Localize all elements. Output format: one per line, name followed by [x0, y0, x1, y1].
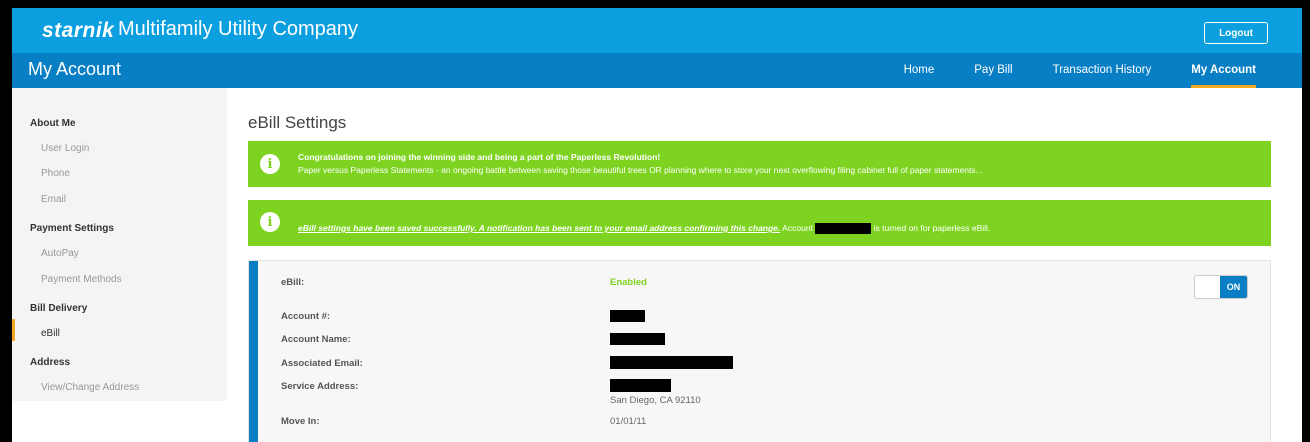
paperless-info-alert: i Congratulations on joining the winning…: [248, 141, 1271, 187]
toggle-on-label: ON: [1220, 276, 1247, 298]
app-frame: starnik Multifamily Utility Company Logo…: [12, 8, 1302, 442]
logout-button[interactable]: Logout: [1204, 22, 1268, 44]
ebill-details-card: eBill: Enabled ON Account #: Account Nam…: [248, 260, 1271, 442]
success-message: eBill settings have been saved successfu…: [298, 223, 991, 235]
redacted-account-name: [610, 333, 665, 345]
redacted-account-number: [815, 223, 872, 235]
brand-logo[interactable]: starnik: [42, 19, 114, 43]
ebill-label: eBill:: [281, 277, 305, 288]
sidebar-heading-address: Address: [30, 357, 71, 368]
sidebar-item-email[interactable]: Email: [41, 194, 66, 205]
success-text-before: Account: [780, 223, 816, 233]
success-link[interactable]: eBill settings have been saved successfu…: [298, 223, 780, 233]
sidebar-item-view-change-address[interactable]: View/Change Address: [41, 382, 139, 393]
info-icon: i: [260, 212, 280, 232]
sidebar-item-phone[interactable]: Phone: [41, 168, 70, 179]
move-in-date: 01/01/11: [610, 416, 647, 427]
nav-pay-bill[interactable]: Pay Bill: [954, 53, 1032, 88]
sidebar: About Me User Login Phone Email Payment …: [12, 88, 227, 401]
redacted-email: [610, 356, 733, 369]
card-accent-bar: [249, 261, 258, 442]
nav-home[interactable]: Home: [884, 53, 955, 88]
sidebar-active-marker: [12, 319, 15, 341]
redacted-account-number-value: [610, 310, 645, 322]
redacted-street-address: [610, 379, 671, 392]
success-text-after: is turned on for paperless eBill.: [871, 223, 991, 233]
page-heading: My Account: [28, 59, 122, 79]
sidebar-item-user-login[interactable]: User Login: [41, 143, 89, 154]
main-nav: Home Pay Bill Transaction History My Acc…: [884, 53, 1302, 88]
ebill-toggle[interactable]: ON: [1194, 275, 1248, 299]
nav-bar: My Account Home Pay Bill Transaction His…: [12, 53, 1302, 88]
info-icon: i: [260, 154, 280, 174]
alert-headline: Congratulations on joining the winning s…: [298, 152, 661, 162]
nav-transaction-history[interactable]: Transaction History: [1033, 53, 1172, 88]
page-title: eBill Settings: [248, 113, 347, 132]
service-address-city: San Diego, CA 92110: [610, 395, 701, 406]
move-in-label: Move In:: [281, 416, 320, 427]
account-number-label: Account #:: [281, 311, 331, 322]
account-name-label: Account Name:: [281, 334, 351, 345]
associated-email-label: Associated Email:: [281, 358, 363, 369]
top-header: starnik Multifamily Utility Company Logo…: [12, 8, 1302, 53]
sidebar-item-ebill[interactable]: eBill: [41, 328, 60, 339]
ebill-status: Enabled: [610, 277, 647, 288]
sidebar-item-payment-methods[interactable]: Payment Methods: [41, 274, 122, 285]
service-address-label: Service Address:: [281, 381, 359, 392]
sidebar-heading-about-me: About Me: [30, 118, 76, 129]
success-alert: i eBill settings have been saved success…: [248, 200, 1271, 246]
sidebar-heading-bill-delivery: Bill Delivery: [30, 303, 88, 314]
sidebar-heading-payment-settings: Payment Settings: [30, 223, 114, 234]
sidebar-item-autopay[interactable]: AutoPay: [41, 248, 79, 259]
company-name: Multifamily Utility Company: [118, 18, 359, 40]
nav-my-account[interactable]: My Account: [1171, 53, 1276, 88]
alert-body: Paper versus Paperless Statements - an o…: [298, 165, 983, 175]
